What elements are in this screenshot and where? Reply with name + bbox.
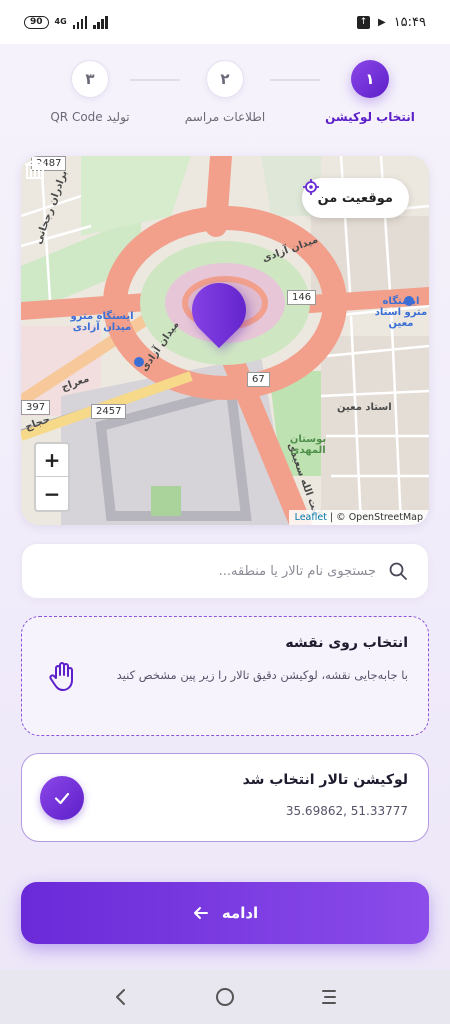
map-hint-card: انتخاب روی نقشه با جابه‌جایی نقشه، لوکیش…	[21, 616, 429, 736]
step-label: اطلاعات مراسم	[184, 110, 266, 124]
clock: ۱۵:۴۹	[393, 14, 426, 30]
road-shield: 397	[21, 400, 51, 415]
check-badge	[40, 776, 84, 820]
step-location[interactable]: ۱ انتخاب لوکیشن	[310, 60, 430, 124]
arrow-left-icon	[193, 907, 208, 919]
signal-icon	[72, 15, 88, 29]
home-icon[interactable]	[214, 986, 236, 1008]
step-number: ۳	[71, 60, 109, 98]
map-label-ostad: استاد معین	[337, 402, 392, 413]
status-left: 90 4G	[24, 15, 108, 29]
selected-title: لوکیشن تالار انتخاب شد	[242, 772, 408, 788]
signal-icon-2	[93, 15, 108, 29]
stepper: ۱ انتخاب لوکیشن ۲ اطلاعات مراسم ۳ تولید …	[20, 60, 430, 130]
step-number: ۲	[206, 60, 244, 98]
play-icon: ▶	[377, 16, 386, 28]
my-location-button[interactable]: موقعیت من	[301, 178, 409, 218]
zoom-in-button[interactable]: +	[36, 444, 68, 477]
status-right: ↑ ▶ ۱۵:۴۹	[356, 14, 426, 30]
search-box	[21, 543, 429, 599]
zoom-control: + −	[34, 442, 70, 512]
map-label-metro-left: ایستگاه مترو میدان آزادی	[70, 311, 134, 333]
back-icon[interactable]	[111, 987, 131, 1007]
leaflet-link[interactable]: Leaflet	[295, 512, 327, 523]
road-shield: 2457	[91, 404, 127, 419]
continue-button[interactable]: ادامه	[21, 882, 429, 944]
map-attribution: Leaflet | © OpenStreetMap	[288, 510, 429, 525]
check-icon	[54, 792, 70, 805]
search-icon	[389, 562, 407, 580]
zoom-out-button[interactable]: −	[36, 477, 68, 510]
search-input[interactable]	[42, 563, 376, 579]
road-shield: 67	[247, 372, 270, 387]
status-bar: 90 4G ↑ ▶ ۱۵:۴۹	[0, 0, 450, 44]
step-qr-code[interactable]: ۳ تولید QR Code	[30, 60, 150, 124]
system-nav-bar	[0, 970, 450, 1024]
hand-icon	[49, 662, 73, 691]
step-label: انتخاب لوکیشن	[325, 110, 415, 124]
selected-coords: 35.69862, 51.33777	[285, 804, 408, 818]
hint-description: با جابه‌جایی نقشه، لوکیشن دقیق تالار را …	[116, 668, 408, 682]
upload-icon: ↑	[356, 15, 370, 29]
continue-label: ادامه	[221, 904, 259, 922]
recents-icon[interactable]	[319, 987, 339, 1007]
location-selected-card: لوکیشن تالار انتخاب شد 35.69862, 51.3377…	[21, 753, 429, 842]
hint-title: انتخاب روی نقشه	[285, 635, 408, 651]
map-label-metro-right: ایستگاه مترو استاد معین	[374, 296, 428, 329]
osm-attribution[interactable]: | © OpenStreetMap	[327, 512, 423, 523]
road-shield: 146	[287, 290, 317, 305]
network-type: 4G	[54, 17, 67, 26]
venue-icon	[24, 158, 46, 179]
map-view[interactable]: برادران رجحانی میدان آزادی ایستگاه مترو …	[21, 156, 429, 525]
step-label: تولید QR Code	[50, 110, 130, 124]
battery-indicator: 90	[24, 15, 49, 29]
my-location-label: موقعیت من	[317, 190, 393, 206]
step-number: ۱	[351, 60, 389, 98]
crosshair-icon	[302, 179, 319, 195]
step-event-info[interactable]: ۲ اطلاعات مراسم	[165, 60, 285, 124]
